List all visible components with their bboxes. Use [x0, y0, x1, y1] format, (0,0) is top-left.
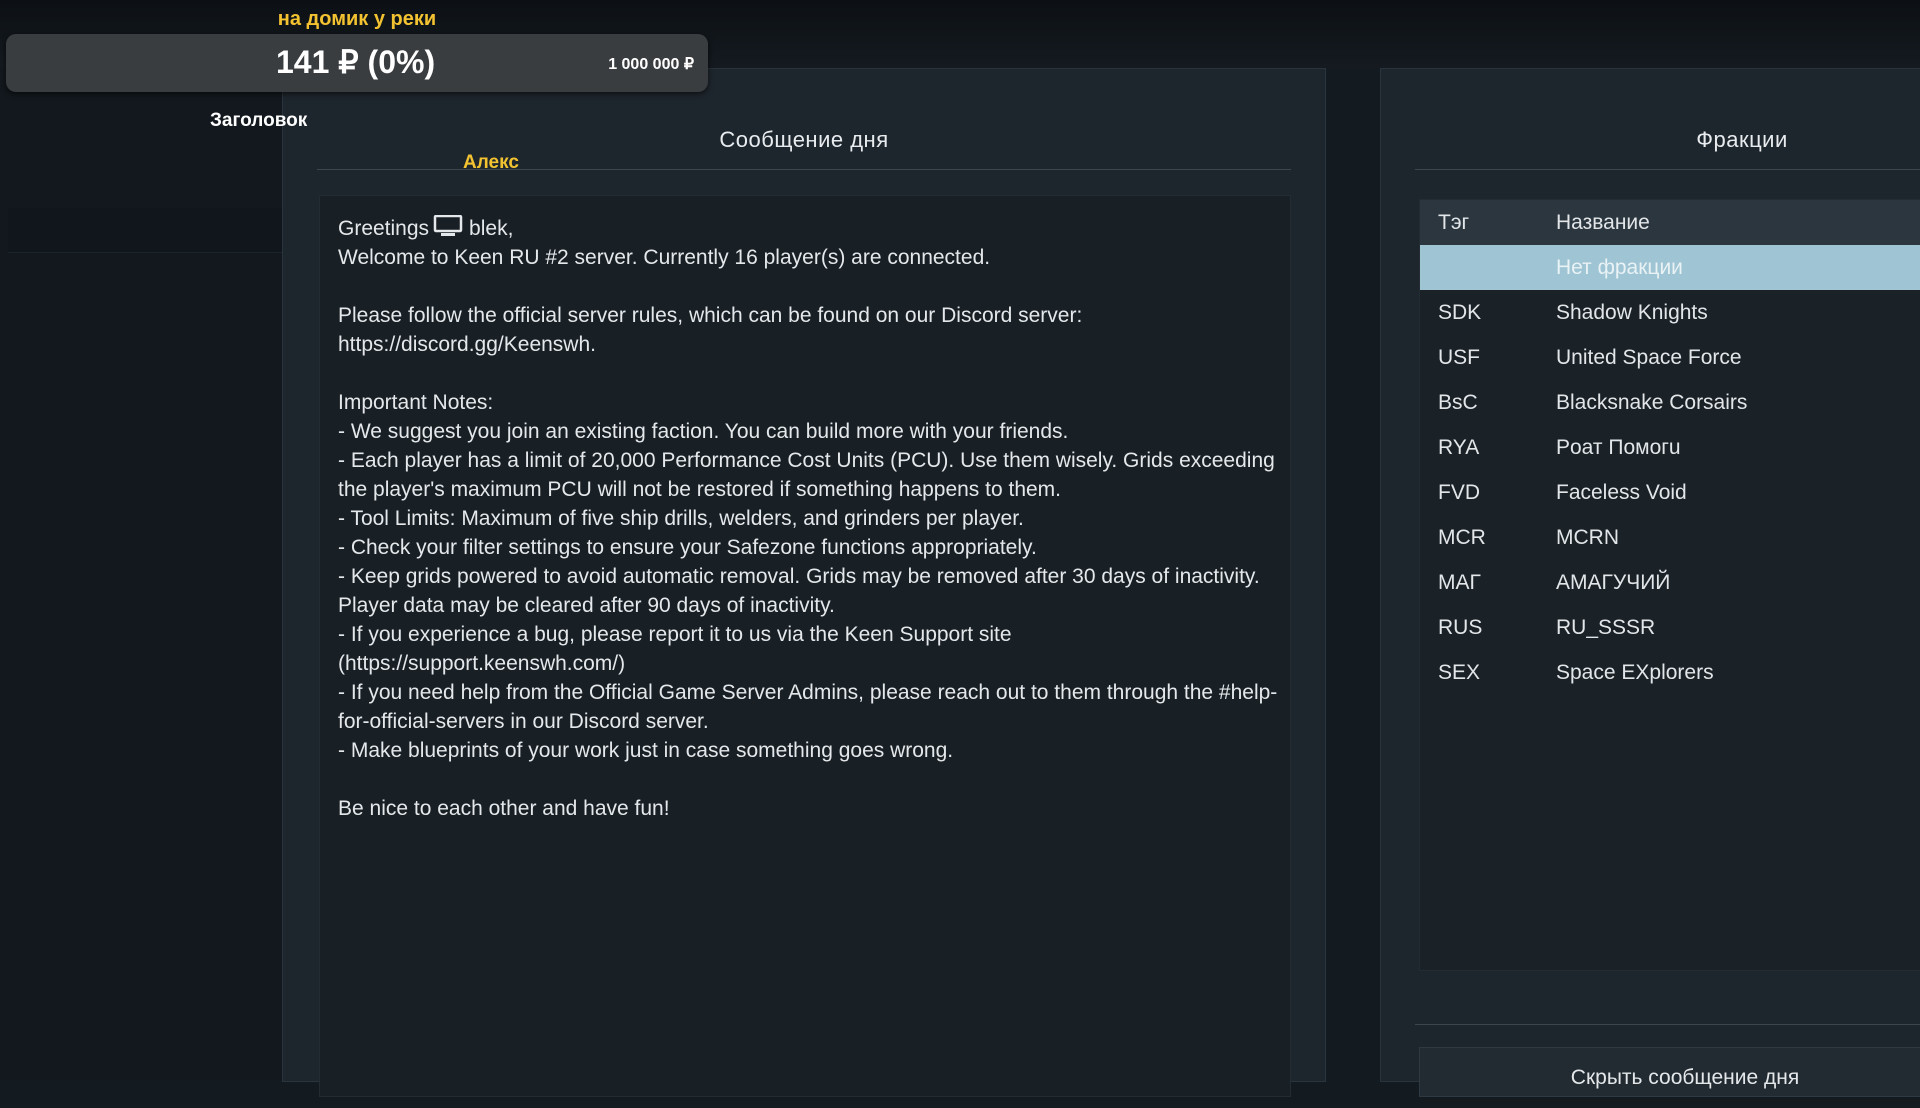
faction-tag: SDK	[1438, 300, 1482, 324]
faction-name: RU_SSSR	[1556, 615, 1656, 639]
left-header-bar	[8, 208, 282, 253]
motd-panel: Сообщение дня Greetings blek, Welcome to …	[282, 68, 1326, 1097]
motd-body: Welcome to Keen RU #2 server. Currently …	[338, 246, 1278, 820]
faction-row[interactable]: RYA Poат Пoмoгu	[1420, 425, 1920, 470]
faction-name: Blacksnake Corsairs	[1556, 390, 1748, 414]
faction-row[interactable]: RUS RU_SSSR	[1420, 605, 1920, 650]
faction-tag: MAГ	[1438, 570, 1481, 594]
left-background-strip	[0, 68, 282, 1080]
factions-title-separator	[1415, 169, 1920, 170]
faction-tag: SEX	[1438, 660, 1481, 684]
faction-tag: MCR	[1438, 525, 1486, 549]
faction-name: MCRN	[1556, 525, 1619, 549]
motd-title: Сообщение дня	[719, 127, 889, 152]
faction-row[interactable]: SDK Shadow Knights	[1420, 290, 1920, 335]
hide-motd-button[interactable]: Скрыть сообщение дня	[1419, 1047, 1920, 1097]
factions-table-header: Тэг Название	[1420, 200, 1920, 245]
faction-tag: USF	[1438, 345, 1480, 369]
faction-name: Faceless Void	[1556, 480, 1687, 504]
faction-name: Нет фракции	[1556, 255, 1683, 279]
faction-row[interactable]: SEX Space EXplorers	[1420, 650, 1920, 695]
faction-tag: FVD	[1438, 480, 1480, 504]
faction-name: Space EXplorers	[1556, 660, 1714, 684]
faction-tag: BsC	[1438, 390, 1478, 414]
faction-name: AMAГУЧИЙ	[1556, 570, 1671, 594]
motd-text-box[interactable]: Greetings blek, Welcome to Keen RU #2 ser…	[319, 195, 1291, 1097]
faction-row[interactable]: MAГ AMAГУЧИЙ	[1420, 560, 1920, 605]
overlay-donor-name: Алекс	[463, 152, 519, 173]
faction-name: United Space Force	[1556, 345, 1742, 369]
faction-name: Shadow Knights	[1556, 300, 1708, 324]
faction-row[interactable]: MCR MCRN	[1420, 515, 1920, 560]
column-header-name[interactable]: Название	[1556, 211, 1920, 235]
faction-tag: RYA	[1438, 435, 1480, 459]
donation-progress-bar: 141 ₽ (0%) 1 000 000 ₽	[6, 34, 708, 92]
faction-name: Poат Пoмoгu	[1556, 435, 1681, 459]
overlay-heading: Заголовок	[210, 110, 308, 131]
faction-row-selected[interactable]: Нет фракции	[1420, 245, 1920, 290]
greeting-name: blek,	[469, 217, 514, 240]
factions-bottom-separator	[1415, 1024, 1920, 1025]
donation-goal-title: на домик у реки	[277, 8, 437, 30]
greeting-prefix: Greetings	[338, 217, 430, 240]
factions-panel: Фракции Тэг Название Нет фракции SDK Sha…	[1380, 68, 1920, 1097]
faction-tag: RUS	[1438, 615, 1483, 639]
factions-title: Фракции	[1696, 127, 1788, 152]
faction-row[interactable]: FVD Faceless Void	[1420, 470, 1920, 515]
motd-text: Greetings blek, Welcome to Keen RU #2 ser…	[338, 214, 1278, 823]
monitor-icon	[433, 215, 463, 236]
donation-amount: 141 ₽ (0%)	[276, 44, 436, 80]
faction-row[interactable]: USF United Space Force	[1420, 335, 1920, 380]
factions-table: Тэг Название Нет фракции SDK Shadow Knig…	[1419, 199, 1920, 971]
column-header-tag[interactable]: Тэг	[1420, 211, 1556, 235]
donation-goal-amount: 1 000 000 ₽	[608, 56, 694, 73]
faction-row[interactable]: BsC Blacksnake Corsairs	[1420, 380, 1920, 425]
